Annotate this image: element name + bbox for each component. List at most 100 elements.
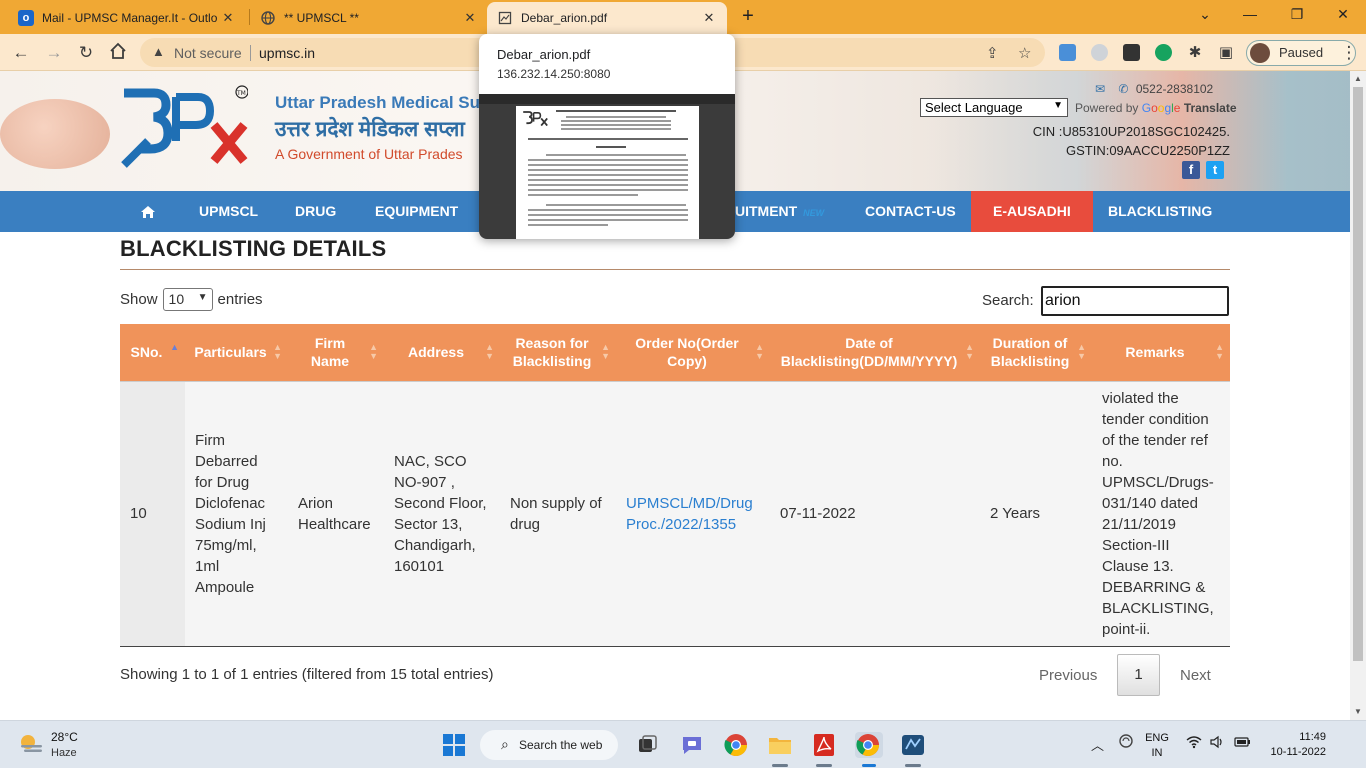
home-icon[interactable]	[140, 191, 156, 232]
teams-chat-icon[interactable]	[679, 732, 705, 758]
entries-select[interactable]: 10 ▼	[162, 288, 213, 311]
contact-row: ✉ ✆ 0522-2838102	[1095, 82, 1213, 96]
column-header-address[interactable]: Address ▲ ▼	[384, 324, 500, 381]
tab-outlook-mail[interactable]: o Mail - UPMSC Manager.It - Outlo ✕	[8, 2, 246, 34]
back-icon[interactable]: ←	[10, 42, 32, 64]
entries-select-value: 10	[168, 291, 185, 307]
nav-e-ausadhi[interactable]: E-AUSADHI	[971, 191, 1093, 232]
file-explorer-icon[interactable]	[767, 732, 793, 758]
pagination-page-1[interactable]: 1	[1117, 654, 1160, 696]
weather-haze-icon[interactable]	[18, 733, 44, 755]
tab-upmscl[interactable]: ** UPMSCL ** ✕	[250, 2, 488, 34]
column-header-duration[interactable]: Duration of Blacklisting ▲ ▼	[980, 324, 1092, 381]
side-panel-icon[interactable]: ▣	[1215, 42, 1237, 64]
column-header-reason[interactable]: Reason for Blacklisting ▲ ▼	[500, 324, 616, 381]
site-title: Uttar Pradesh Medical Su	[275, 93, 481, 112]
nav-equipment[interactable]: EQUIPMENT	[375, 191, 458, 232]
bookmark-star-icon[interactable]: ☆	[1018, 44, 1031, 62]
column-header-order-no[interactable]: Order No(Order Copy) ▲ ▼	[616, 324, 770, 381]
tray-chevron-up-icon[interactable]: ︿	[1091, 735, 1104, 754]
extensions-puzzle-icon[interactable]: ✱	[1184, 42, 1206, 64]
restore-button[interactable]: ❐	[1287, 6, 1307, 23]
weather-temperature[interactable]: 28°C	[51, 730, 78, 744]
nav-drug[interactable]: DRUG	[295, 191, 336, 232]
nav-upmscl[interactable]: UPMSCL	[199, 191, 258, 232]
pagination-next[interactable]: Next	[1180, 667, 1211, 684]
weather-condition[interactable]: Haze	[51, 747, 77, 759]
column-header-remarks[interactable]: Remarks ▲ ▼	[1092, 324, 1230, 381]
facebook-icon[interactable]: f	[1182, 161, 1200, 179]
pdf-page-thumbnail	[516, 106, 699, 239]
tray-app-icon[interactable]	[1118, 733, 1134, 752]
powered-by-google-translate: Powered by Google Translate	[1075, 101, 1237, 115]
translate-link[interactable]: Translate	[1184, 101, 1237, 115]
extension-gray-icon[interactable]	[1091, 44, 1108, 61]
pdf-icon	[497, 10, 513, 26]
tab-search-icon[interactable]: ⌄	[1195, 6, 1215, 23]
cell-particulars: Firm Debarred for Drug Diclofenac Sodium…	[185, 380, 288, 647]
table-row: 10 Firm Debarred for Drug Diclofenac Sod…	[120, 380, 1230, 647]
taskbar-search-box[interactable]: ⌕ Search the web	[480, 730, 618, 760]
mail-icon[interactable]: ✉	[1095, 82, 1105, 96]
tab-debar-pdf[interactable]: Debar_arion.pdf ✕	[487, 2, 727, 34]
share-icon[interactable]: ⇪	[986, 44, 999, 62]
scroll-thumb[interactable]	[1353, 87, 1363, 661]
warning-icon[interactable]: ▲	[152, 44, 165, 59]
vpn-client-icon[interactable]	[900, 732, 926, 758]
cell-remarks: violated the tender condition of the ten…	[1092, 380, 1230, 647]
close-icon[interactable]: ✕	[462, 10, 478, 26]
search-input[interactable]: arion	[1041, 286, 1229, 316]
column-header-sno[interactable]: SNo. ▲	[120, 324, 185, 381]
battery-icon[interactable]	[1234, 735, 1252, 752]
taskbar-clock[interactable]: 11:49 10-11-2022	[1262, 730, 1326, 760]
nav-contact-us[interactable]: CONTACT-US	[865, 191, 956, 232]
upmscl-logo[interactable]: TM	[118, 85, 248, 171]
url-text[interactable]: upmsc.in	[259, 45, 315, 61]
close-icon[interactable]: ✕	[220, 10, 236, 26]
sort-icon: ▲ ▼	[273, 342, 282, 362]
minimize-button[interactable]: —	[1240, 6, 1260, 22]
input-language[interactable]: ENG IN	[1144, 731, 1170, 761]
grammarly-icon[interactable]	[1155, 44, 1172, 61]
extension-m-icon[interactable]	[1123, 44, 1140, 61]
table-header-row: SNo. ▲ Particulars ▲ ▼ Firm Name ▲ ▼ Address ▲…	[120, 324, 1230, 381]
acrobat-reader-icon[interactable]	[811, 732, 837, 758]
language-select[interactable]: Select Language ▼	[920, 98, 1068, 117]
tab-hover-preview: Debar_arion.pdf 136.232.14.250:8080	[479, 34, 735, 239]
page-scrollbar[interactable]: ▲ ▼	[1350, 71, 1366, 720]
reload-icon[interactable]: ↻	[75, 42, 97, 64]
menu-kebab-icon[interactable]: ⋮	[1338, 42, 1360, 64]
not-secure-label[interactable]: Not secure	[174, 45, 242, 61]
windows-start-icon[interactable]	[441, 732, 467, 758]
new-tab-button[interactable]: +	[738, 6, 758, 26]
nav-blacklisting[interactable]: BLACKLISTING	[1108, 191, 1212, 232]
volume-icon[interactable]	[1209, 735, 1225, 752]
order-copy-link[interactable]: UPMSCL/MD/Drug Proc./2022/1355	[626, 495, 753, 533]
scroll-up-arrow-icon[interactable]: ▲	[1354, 74, 1362, 83]
chrome-active-icon[interactable]	[855, 732, 883, 758]
globe-icon	[260, 10, 276, 26]
phone-icon: ✆	[1118, 82, 1129, 96]
extension-translate-icon[interactable]	[1059, 44, 1076, 61]
table-info: Showing 1 to 1 of 1 entries (filtered fr…	[120, 666, 494, 683]
divider	[120, 269, 1230, 270]
taskbar-search-label: Search the web	[519, 738, 603, 752]
column-header-date[interactable]: Date of Blacklisting(DD/MM/YYYY) ▲ ▼	[770, 324, 980, 381]
column-header-firm-name[interactable]: Firm Name ▲ ▼	[288, 324, 384, 381]
close-window-button[interactable]: ✕	[1333, 6, 1353, 23]
scroll-down-arrow-icon[interactable]: ▼	[1354, 707, 1362, 716]
wifi-icon[interactable]	[1186, 735, 1202, 752]
forward-icon[interactable]: →	[43, 42, 65, 64]
chevron-down-icon: ▼	[197, 292, 208, 303]
column-header-particulars[interactable]: Particulars ▲ ▼	[185, 324, 288, 381]
sort-asc-icon: ▲	[170, 342, 179, 353]
close-icon[interactable]: ✕	[701, 10, 717, 26]
chrome-icon[interactable]	[723, 732, 749, 758]
home-icon[interactable]	[107, 42, 129, 64]
nav-recruitment[interactable]: UITMENT NEW	[735, 191, 824, 232]
running-indicator	[905, 764, 921, 767]
powered-by-label: Powered by	[1075, 101, 1139, 115]
task-view-icon[interactable]	[634, 732, 660, 758]
twitter-icon[interactable]: t	[1206, 161, 1224, 179]
pagination-previous[interactable]: Previous	[1039, 667, 1097, 684]
